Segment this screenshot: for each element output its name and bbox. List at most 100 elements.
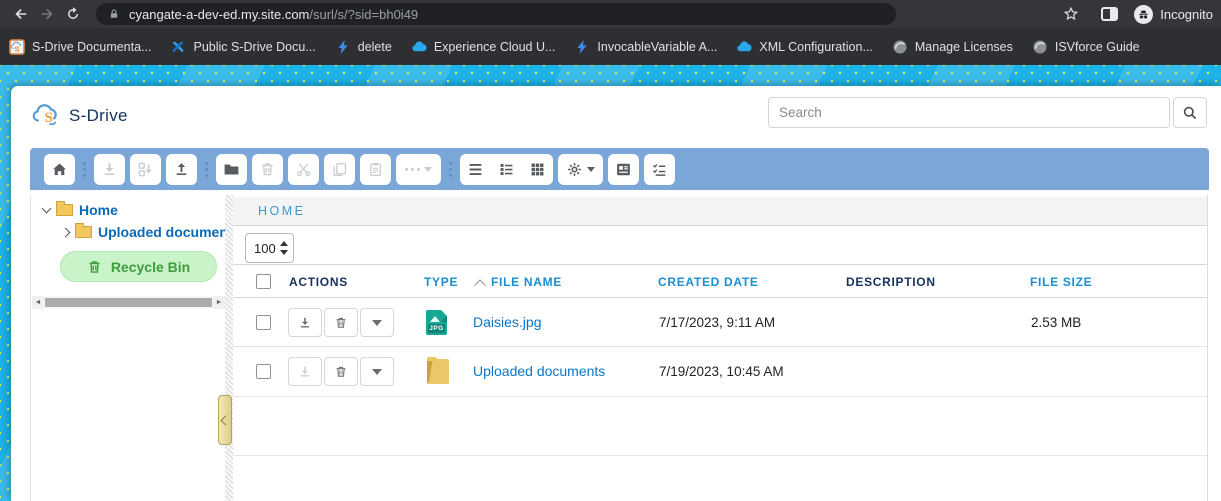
- toolbar-new-folder-button[interactable]: [216, 154, 247, 185]
- breadcrumb[interactable]: HOME: [258, 204, 306, 218]
- recycle-bin-button[interactable]: Recycle Bin: [60, 251, 217, 282]
- search-icon: [1182, 105, 1198, 121]
- folder-icon: [223, 161, 240, 178]
- trash-icon: [334, 365, 348, 379]
- tree-item-label: Uploaded documents: [98, 224, 225, 240]
- tree-horizontal-scrollbar: ◄ ►: [32, 296, 225, 309]
- scroll-left-arrow[interactable]: ◄: [32, 296, 44, 309]
- trash-icon: [334, 316, 348, 330]
- forward-icon: [39, 6, 55, 22]
- chevron-down-icon[interactable]: [42, 204, 52, 214]
- toolbar-preview-panel-button[interactable]: [608, 154, 639, 185]
- sdrive-app-card: S S-Drive: [11, 86, 1221, 501]
- tree-item-home[interactable]: Home: [43, 202, 118, 218]
- folder-name-link[interactable]: Uploaded documents: [473, 363, 605, 379]
- select-all-checkbox[interactable]: [256, 274, 271, 289]
- address-bar[interactable]: cyangate-a-dev-ed.my.site.com/surl/s/?si…: [96, 3, 896, 25]
- bookmark-public-sdrive-docs[interactable]: Public S-Drive Docu...: [170, 39, 315, 55]
- scissors-icon: [295, 161, 312, 178]
- bookmark-manage-licenses[interactable]: Manage Licenses: [892, 39, 1013, 55]
- bookmark-isvforce-guide[interactable]: ISVforce Guide: [1032, 39, 1140, 55]
- side-panel-button[interactable]: [1096, 2, 1122, 26]
- column-header-file-name[interactable]: FILE NAME: [491, 275, 562, 289]
- lightning-icon: [574, 39, 590, 55]
- scroll-right-arrow[interactable]: ►: [213, 296, 225, 309]
- row-checkbox[interactable]: [256, 315, 271, 330]
- toolbar-more-actions-button[interactable]: [396, 154, 441, 185]
- search-input[interactable]: [768, 97, 1170, 128]
- bookmark-experience-cloud[interactable]: Experience Cloud U...: [411, 39, 556, 55]
- row-delete-button[interactable]: [324, 357, 358, 386]
- bookmark-label: ISVforce Guide: [1055, 40, 1140, 54]
- detail-view-button[interactable]: [491, 154, 522, 185]
- toolbar-delete-button[interactable]: [252, 154, 283, 185]
- toolbar-upload-button[interactable]: [166, 154, 197, 185]
- row-more-button[interactable]: [360, 308, 394, 337]
- bookmark-xml-configuration[interactable]: XML Configuration...: [736, 39, 872, 55]
- preview-panel-icon: [615, 161, 632, 178]
- chevron-down-icon: [372, 320, 382, 326]
- panel-splitter[interactable]: [225, 195, 233, 501]
- cloud-icon: [411, 39, 427, 55]
- grid-view-icon: [529, 161, 546, 178]
- page-size-stepper[interactable]: 100: [245, 233, 294, 263]
- image-glyph: [430, 316, 440, 322]
- back-button[interactable]: [8, 2, 34, 26]
- row-download-button[interactable]: [288, 308, 322, 337]
- bookmarks-bar: S S-Drive Documenta... Public S-Drive Do…: [0, 28, 1221, 65]
- bookmark-invocablevariable[interactable]: InvocableVariable A...: [574, 39, 717, 55]
- column-header-file-size[interactable]: FILE SIZE: [1030, 275, 1092, 289]
- home-icon: [51, 161, 68, 178]
- search-button[interactable]: [1173, 97, 1207, 128]
- folder-icon: [75, 226, 92, 238]
- row-checkbox[interactable]: [256, 364, 271, 379]
- toolbar-select-all-button[interactable]: [644, 154, 675, 185]
- toolbar-copy-button[interactable]: [324, 154, 355, 185]
- download-icon: [298, 316, 312, 330]
- toolbar-home-button[interactable]: [44, 154, 75, 185]
- toolbar-cut-button[interactable]: [288, 154, 319, 185]
- file-name-link[interactable]: Daisies.jpg: [473, 314, 541, 330]
- view-switch-group: [460, 154, 553, 185]
- reload-button[interactable]: [60, 2, 86, 26]
- row-more-button[interactable]: [360, 357, 394, 386]
- side-panel-icon: [1101, 7, 1118, 21]
- browser-toolbar: cyangate-a-dev-ed.my.site.com/surl/s/?si…: [0, 0, 1221, 28]
- bookmark-label: XML Configuration...: [759, 40, 872, 54]
- cloud-icon: [736, 39, 752, 55]
- created-date-cell: 7/19/2023, 10:45 AM: [659, 364, 784, 379]
- column-header-created-date[interactable]: CREATED DATE: [658, 275, 759, 289]
- download-icon: [101, 161, 118, 178]
- row-actions: [288, 357, 394, 386]
- toolbar-multi-download-button[interactable]: [130, 154, 161, 185]
- column-header-type[interactable]: TYPE: [424, 275, 458, 289]
- toolbar-download-button[interactable]: [94, 154, 125, 185]
- chevron-left-icon: [220, 415, 230, 425]
- forward-button[interactable]: [34, 2, 60, 26]
- list-view-button[interactable]: [460, 154, 491, 185]
- upload-icon: [173, 161, 190, 178]
- lightning-icon: [335, 39, 351, 55]
- folder-icon: [427, 359, 449, 384]
- stepper-arrows[interactable]: [280, 241, 288, 255]
- row-delete-button[interactable]: [324, 308, 358, 337]
- column-header-actions: ACTIONS: [289, 275, 348, 289]
- grid-view-button[interactable]: [522, 154, 553, 185]
- toolbar-paste-button[interactable]: [360, 154, 391, 185]
- bookmark-star-button[interactable]: [1058, 2, 1084, 26]
- chevron-down-icon: [372, 369, 382, 375]
- download-icon: [298, 365, 312, 379]
- chevron-right-icon[interactable]: [61, 227, 71, 237]
- bookmark-delete[interactable]: delete: [335, 39, 392, 55]
- svg-text:S: S: [14, 44, 19, 53]
- collapse-panel-handle[interactable]: [218, 395, 232, 445]
- scrollbar-thumb[interactable]: [45, 298, 212, 307]
- toolbar-settings-button[interactable]: [558, 154, 603, 185]
- table-end-divider: [233, 455, 1207, 456]
- breadcrumb-bar: HOME: [233, 197, 1207, 226]
- clipboard-icon: [367, 161, 384, 178]
- lock-icon[interactable]: [108, 7, 120, 21]
- tree-item-uploaded-documents[interactable]: Uploaded documents: [62, 224, 225, 240]
- bookmark-sdrive-documentation[interactable]: S S-Drive Documenta...: [9, 39, 151, 55]
- row-download-button[interactable]: [288, 357, 322, 386]
